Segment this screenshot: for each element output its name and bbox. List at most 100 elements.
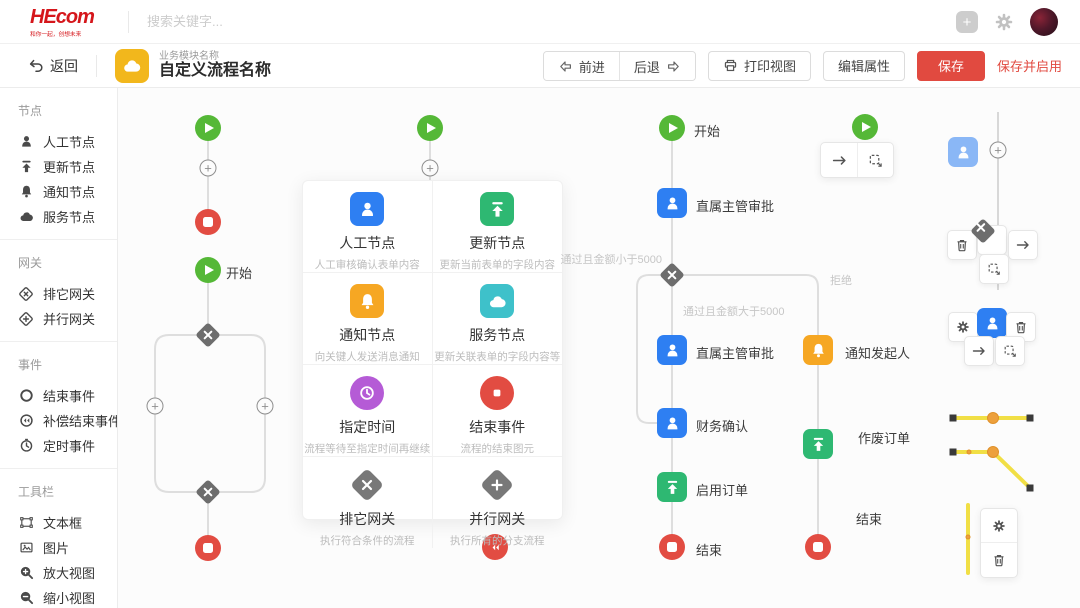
sidebar-item-timer-event[interactable]: 定时事件 xyxy=(18,433,117,458)
palette-service-node[interactable]: 服务节点 更新关联表单的字段内容等 xyxy=(433,273,563,365)
connect-arrow-button[interactable] xyxy=(964,336,994,366)
end-event-node[interactable] xyxy=(805,534,831,560)
connect-arrow-button[interactable] xyxy=(821,143,857,177)
add-node-connector[interactable]: + xyxy=(200,160,217,177)
save-button[interactable]: 保存 xyxy=(917,51,985,81)
update-icon xyxy=(480,192,514,226)
copy-node-button[interactable] xyxy=(995,336,1025,366)
add-node-connector[interactable]: + xyxy=(257,398,274,415)
sidebar-item-parallel-gateway[interactable]: 并行网关 xyxy=(18,306,117,331)
connector-point-handle[interactable] xyxy=(967,450,972,455)
person-icon xyxy=(984,315,1001,332)
update-node[interactable] xyxy=(803,429,833,459)
copy-node-button[interactable] xyxy=(857,143,893,177)
connector-endpoint-handle[interactable] xyxy=(1027,415,1034,422)
add-node-connector[interactable]: + xyxy=(147,398,164,415)
notify-node[interactable] xyxy=(803,335,833,365)
sidebar-item-image[interactable]: 图片 xyxy=(18,535,117,560)
stop-icon xyxy=(480,376,514,410)
connector-endpoint-handle[interactable] xyxy=(950,415,957,422)
palette-title: 指定时间 xyxy=(339,417,395,437)
palette-parallel-gateway[interactable]: 并行网关 执行所有的分支流程 xyxy=(433,457,563,548)
palette-notify-node[interactable]: 通知节点 向关键人发送消息通知 xyxy=(303,273,433,365)
clock-icon xyxy=(18,438,34,454)
end-event-node[interactable] xyxy=(659,534,685,560)
update-node[interactable] xyxy=(657,472,687,502)
sidebar-item-end-event[interactable]: 结束事件 xyxy=(18,383,117,408)
start-event-node[interactable] xyxy=(195,115,221,141)
play-icon xyxy=(862,122,871,132)
selected-human-node[interactable] xyxy=(977,308,1007,338)
human-node[interactable] xyxy=(657,408,687,438)
forward-button[interactable]: 前进 xyxy=(544,52,619,81)
palette-human-node[interactable]: 人工节点 人工审核确认表单内容 xyxy=(303,181,433,273)
person-icon xyxy=(18,134,34,150)
play-icon xyxy=(669,123,678,133)
copy-node-button[interactable] xyxy=(979,254,1009,284)
backward-button[interactable]: 后退 xyxy=(619,52,695,81)
back-button[interactable]: 返回 xyxy=(28,56,78,76)
flow-canvas[interactable]: + 开始 + + + 人工节点 人工审核确认表单内容 更新节点 更新当前表单的字… xyxy=(118,88,1080,608)
edit-properties-button[interactable]: 编辑属性 xyxy=(823,51,905,81)
connect-arrow-button[interactable] xyxy=(1008,230,1038,260)
selected-gateway-node[interactable] xyxy=(977,225,1007,255)
end-event-node[interactable] xyxy=(195,535,221,561)
update-icon xyxy=(18,159,34,175)
apps-icon[interactable]: + xyxy=(956,11,978,33)
sidebar-item-zoom-in[interactable]: 放大视图 xyxy=(18,560,117,585)
play-icon xyxy=(427,123,436,133)
gear-icon[interactable] xyxy=(994,12,1014,32)
sidebar-item-textbox[interactable]: 文本框 xyxy=(18,510,117,535)
start-event-node[interactable] xyxy=(852,114,878,140)
sidebar-section-nodes: 节点 人工节点 更新节点 通知节点 服务节点 xyxy=(0,88,117,240)
end-event-node[interactable] xyxy=(195,209,221,235)
drag-ghost-human-node[interactable] xyxy=(948,137,978,167)
save-and-enable-button[interactable]: 保存并启用 xyxy=(997,56,1062,75)
node-label: 启用订单 xyxy=(696,480,748,499)
palette-title: 人工节点 xyxy=(339,233,395,253)
search-input[interactable] xyxy=(147,14,447,29)
settings-button[interactable] xyxy=(981,509,1017,543)
delete-button[interactable] xyxy=(981,543,1017,577)
connector-midpoint-handle[interactable] xyxy=(987,412,999,424)
palette-title: 排它网关 xyxy=(339,509,395,529)
print-view-button[interactable]: 打印视图 xyxy=(708,51,811,81)
section-title: 工具栏 xyxy=(18,483,117,500)
connector-point-handle[interactable] xyxy=(966,535,971,540)
edit-properties-label: 编辑属性 xyxy=(838,56,890,75)
sidebar-item-service-node[interactable]: 服务节点 xyxy=(18,204,117,229)
palette-update-node[interactable]: 更新节点 更新当前表单的字段内容 xyxy=(433,181,563,273)
start-event-node[interactable] xyxy=(417,115,443,141)
avatar[interactable] xyxy=(1030,8,1058,36)
node-label: 通知发起人 xyxy=(845,343,910,362)
logo[interactable]: HEcom 和你一起，创想未来 xyxy=(0,6,110,38)
sidebar-item-zoom-out[interactable]: 缩小视图 xyxy=(18,585,117,608)
play-icon xyxy=(205,265,214,275)
human-node[interactable] xyxy=(657,188,687,218)
start-event-node[interactable] xyxy=(195,257,221,283)
palette-end-event[interactable]: 结束事件 流程的结束图元 xyxy=(433,365,563,457)
sidebar-item-notify-node[interactable]: 通知节点 xyxy=(18,179,117,204)
palette-desc: 人工审核确认表单内容 xyxy=(315,257,420,272)
palette-exclusive-gateway[interactable]: 排它网关 执行符合条件的流程 xyxy=(303,457,433,548)
section-title: 网关 xyxy=(18,254,117,271)
stop-icon xyxy=(203,543,213,553)
connector-midpoint-handle[interactable] xyxy=(987,446,999,458)
sidebar-item-human-node[interactable]: 人工节点 xyxy=(18,129,117,154)
header-bar: 返回 业务模块名称 自定义流程名称 前进 后退 xyxy=(0,44,1080,88)
delete-button[interactable] xyxy=(947,230,977,260)
sidebar-item-update-node[interactable]: 更新节点 xyxy=(18,154,117,179)
palette-timer[interactable]: 指定时间 流程等待至指定时间再继续 xyxy=(303,365,433,457)
diamond-x-icon xyxy=(18,286,34,302)
start-event-node[interactable] xyxy=(659,115,685,141)
sidebar-item-exclusive-gateway[interactable]: 排它网关 xyxy=(18,281,117,306)
add-node-connector[interactable]: + xyxy=(422,160,439,177)
add-node-connector[interactable]: + xyxy=(990,142,1007,159)
human-node[interactable] xyxy=(657,335,687,365)
connector-endpoint-handle[interactable] xyxy=(950,449,957,456)
sidebar-item-compensation-end-event[interactable]: 补偿结束事件 xyxy=(18,408,117,433)
stop-icon xyxy=(813,542,823,552)
palette-title: 结束事件 xyxy=(469,417,525,437)
connector-endpoint-handle[interactable] xyxy=(1027,485,1034,492)
node-label: 结束 xyxy=(696,540,722,559)
